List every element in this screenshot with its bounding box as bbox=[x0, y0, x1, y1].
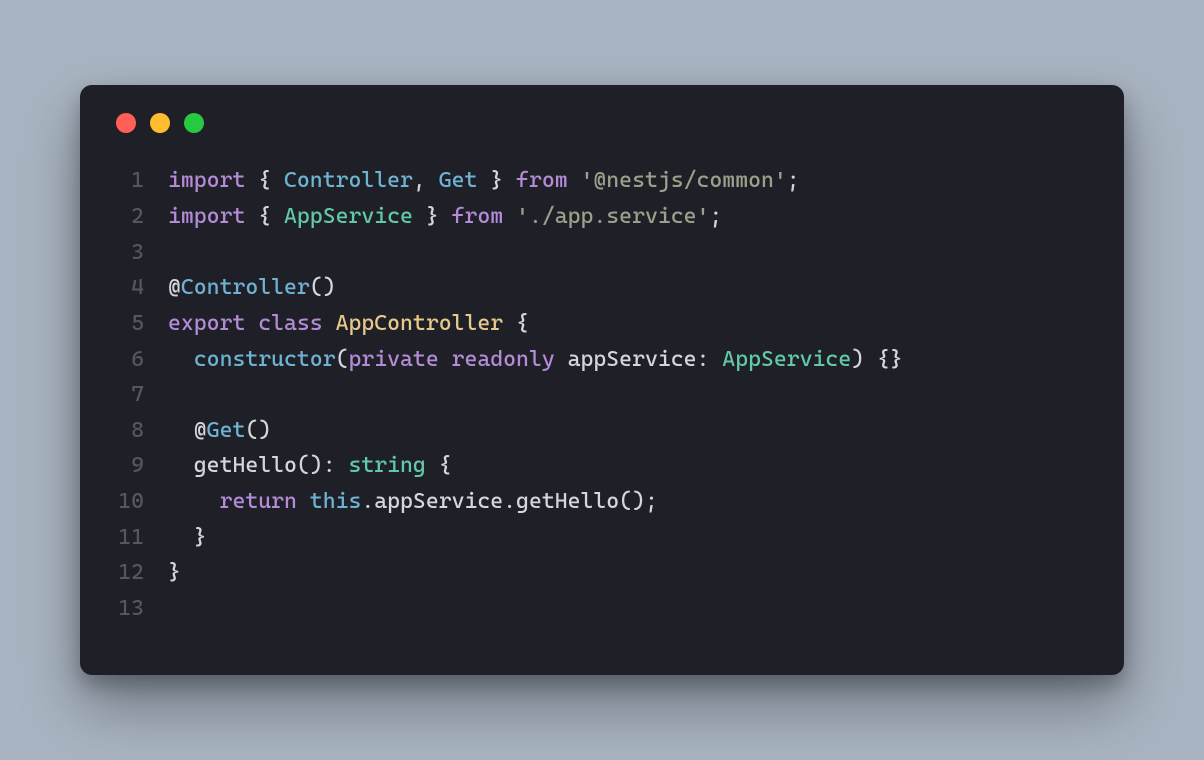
code-token: } bbox=[413, 204, 452, 229]
code-line-content: } bbox=[168, 555, 181, 591]
code-token: AppService bbox=[284, 204, 413, 229]
code-token: , bbox=[413, 168, 439, 193]
code-token: : bbox=[697, 347, 723, 372]
code-token: appService bbox=[568, 347, 697, 372]
code-line-content: } bbox=[168, 520, 207, 556]
line-number: 1 bbox=[114, 163, 168, 199]
code-token: return bbox=[220, 489, 310, 514]
code-token: Get bbox=[207, 418, 246, 443]
traffic-lights bbox=[114, 113, 1090, 133]
line-number: 4 bbox=[114, 270, 168, 306]
line-number: 10 bbox=[114, 484, 168, 520]
line-number: 8 bbox=[114, 413, 168, 449]
code-token: ) {} bbox=[851, 347, 903, 372]
code-editor[interactable]: 1import { Controller, Get } from '@nestj… bbox=[114, 163, 1090, 626]
line-number: 12 bbox=[114, 555, 168, 591]
code-line-content: @Get() bbox=[168, 413, 271, 449]
code-line: 10 return this.appService.getHello(); bbox=[114, 484, 1090, 520]
minimize-icon[interactable] bbox=[150, 113, 170, 133]
code-token: ; bbox=[709, 204, 722, 229]
code-token: constructor bbox=[194, 347, 336, 372]
code-token: } bbox=[168, 525, 207, 550]
code-line: 13 bbox=[114, 591, 1090, 627]
code-token: { bbox=[258, 168, 284, 193]
code-token: @ bbox=[168, 418, 207, 443]
code-token: { bbox=[426, 453, 452, 478]
code-token: class bbox=[258, 311, 335, 336]
code-token: . bbox=[503, 489, 516, 514]
code-token bbox=[168, 347, 194, 372]
code-line-content: @Controller() bbox=[168, 270, 336, 306]
code-token: () bbox=[310, 275, 336, 300]
code-token: readonly bbox=[452, 347, 568, 372]
code-token: ; bbox=[787, 168, 800, 193]
code-token: (); bbox=[619, 489, 658, 514]
code-line: 3 bbox=[114, 235, 1090, 271]
code-token bbox=[168, 453, 194, 478]
code-token: AppService bbox=[722, 347, 851, 372]
code-token: './app.service' bbox=[516, 204, 709, 229]
code-token: appService bbox=[374, 489, 503, 514]
line-number: 3 bbox=[114, 235, 168, 271]
line-number: 9 bbox=[114, 448, 168, 484]
code-token: Controller bbox=[181, 275, 310, 300]
code-line: 4@Controller() bbox=[114, 270, 1090, 306]
code-line: 12} bbox=[114, 555, 1090, 591]
code-line-content: import { AppService } from './app.servic… bbox=[168, 199, 722, 235]
code-token bbox=[168, 489, 220, 514]
code-token: private bbox=[348, 347, 451, 372]
code-token: Controller bbox=[284, 168, 413, 193]
code-token: import bbox=[168, 204, 258, 229]
code-line: 7 bbox=[114, 377, 1090, 413]
code-token: . bbox=[361, 489, 374, 514]
code-line-content bbox=[168, 377, 181, 413]
code-token: { bbox=[258, 204, 284, 229]
code-token: } bbox=[477, 168, 516, 193]
line-number: 6 bbox=[114, 342, 168, 378]
code-line-content: constructor(private readonly appService:… bbox=[168, 342, 903, 378]
code-token: { bbox=[503, 311, 529, 336]
code-line: 9 getHello(): string { bbox=[114, 448, 1090, 484]
code-token: (): bbox=[297, 453, 349, 478]
code-token: ( bbox=[336, 347, 349, 372]
code-line: 1import { Controller, Get } from '@nestj… bbox=[114, 163, 1090, 199]
line-number: 11 bbox=[114, 520, 168, 556]
code-token: AppController bbox=[336, 311, 504, 336]
code-line: 6 constructor(private readonly appServic… bbox=[114, 342, 1090, 378]
code-token: this bbox=[310, 489, 362, 514]
code-token: import bbox=[168, 168, 258, 193]
code-line-content: export class AppController { bbox=[168, 306, 529, 342]
line-number: 5 bbox=[114, 306, 168, 342]
code-token: from bbox=[452, 204, 516, 229]
code-line-content: import { Controller, Get } from '@nestjs… bbox=[168, 163, 800, 199]
code-token: getHello bbox=[516, 489, 619, 514]
code-token: export bbox=[168, 311, 258, 336]
code-token: } bbox=[168, 560, 181, 585]
code-token: @ bbox=[168, 275, 181, 300]
code-line: 8 @Get() bbox=[114, 413, 1090, 449]
code-line-content: return this.appService.getHello(); bbox=[168, 484, 658, 520]
code-line: 5export class AppController { bbox=[114, 306, 1090, 342]
code-token: getHello bbox=[194, 453, 297, 478]
line-number: 2 bbox=[114, 199, 168, 235]
code-line-content bbox=[168, 235, 181, 271]
code-token: from bbox=[516, 168, 580, 193]
maximize-icon[interactable] bbox=[184, 113, 204, 133]
line-number: 13 bbox=[114, 591, 168, 627]
code-line-content: getHello(): string { bbox=[168, 448, 452, 484]
code-line-content bbox=[168, 591, 181, 627]
code-token: () bbox=[245, 418, 271, 443]
code-token: Get bbox=[439, 168, 478, 193]
code-window: 1import { Controller, Get } from '@nestj… bbox=[80, 85, 1124, 674]
code-token: string bbox=[348, 453, 425, 478]
line-number: 7 bbox=[114, 377, 168, 413]
close-icon[interactable] bbox=[116, 113, 136, 133]
code-line: 2import { AppService } from './app.servi… bbox=[114, 199, 1090, 235]
code-line: 11 } bbox=[114, 520, 1090, 556]
code-token: '@nestjs/common' bbox=[581, 168, 787, 193]
